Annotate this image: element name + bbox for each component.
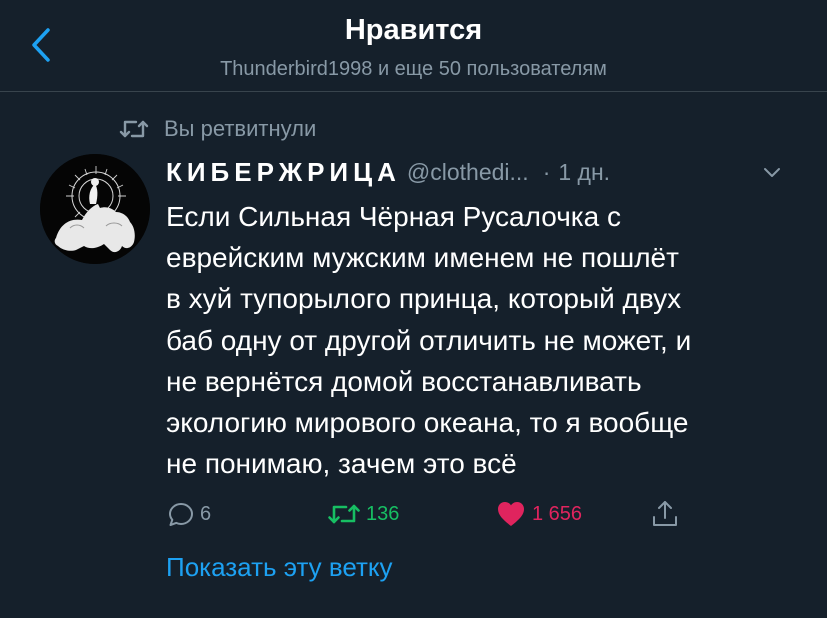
tweet-text-line: еврейским мужским именем не пошлёт [166, 242, 679, 274]
tweet-text: Если Сильная Чёрная Русалочка с еврейски… [166, 196, 806, 484]
reply-icon [169, 503, 193, 526]
reply-button[interactable]: 6 [166, 496, 211, 532]
page-title: Нравится [344, 14, 483, 46]
like-button[interactable]: 1 656 [496, 496, 582, 532]
retweet-context-text: Вы ретвитнули [164, 116, 317, 141]
reply-count: 6 [200, 502, 212, 525]
tweet-text-line: не вернётся домой восстанавливать [166, 365, 642, 397]
tweet-text-line: Если Сильная Чёрная Русалочка с [166, 201, 622, 232]
retweet-icon [118, 116, 150, 142]
tweet-text-line: баб одну от другой отличить не может, и [166, 324, 692, 356]
retweet-button[interactable]: 136 [326, 496, 399, 532]
tweet-text-line: не понимаю, зачем это всё [166, 448, 517, 480]
tweet-header: КИБЕРЖРИЦА @clothedi... · 1 дн. [166, 152, 610, 192]
tweet-actions: 6 136 1 656 [166, 496, 706, 532]
separator-dot: · [542, 158, 551, 185]
author-handle[interactable]: @clothedi... [407, 159, 529, 186]
liked-by-screen: Нравится Thunderbird1998 и еще 50 пользо… [0, 0, 827, 618]
tweet-text-line: экологию мирового океана, то я вообще [166, 407, 689, 439]
tweet-text-line: в хуй тупорылого принца, который двух [166, 283, 682, 315]
tweet-menu-button[interactable] [760, 160, 784, 184]
tweet-timestamp[interactable]: 1 дн. [558, 159, 610, 186]
retweet-context: Вы ретвитнули [118, 114, 316, 144]
header: Нравится Thunderbird1998 и еще 50 пользо… [0, 0, 827, 92]
share-button[interactable] [650, 496, 680, 532]
retweet-icon [328, 504, 360, 524]
share-icon [653, 501, 677, 526]
show-thread-link[interactable]: Показать эту ветку [166, 552, 393, 583]
retweet-count: 136 [366, 502, 400, 525]
like-count: 1 656 [532, 502, 583, 525]
author-name[interactable]: КИБЕРЖРИЦА [166, 157, 401, 188]
chevron-down-icon [764, 168, 780, 177]
page-subtitle: Thunderbird1998 и еще 50 пользователям [220, 58, 607, 80]
avatar[interactable] [40, 154, 150, 264]
heart-icon [498, 502, 524, 526]
